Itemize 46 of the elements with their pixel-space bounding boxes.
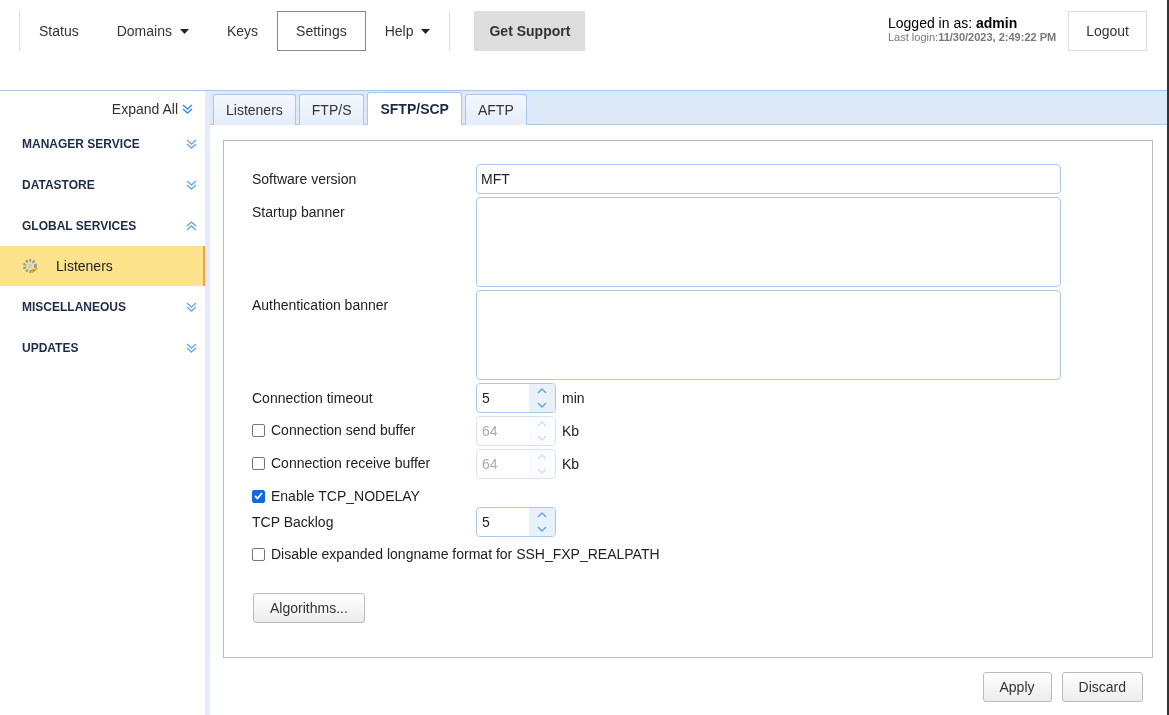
checkbox-label: Connection send buffer (271, 422, 416, 438)
nav-item[interactable]: Help (365, 11, 450, 51)
unit-label: Kb (562, 456, 580, 472)
checkbox-label: Enable TCP_NODELAY (271, 488, 420, 504)
tab[interactable]: AFTP (464, 94, 527, 125)
field-label: Software version (252, 170, 358, 187)
unit-label: Kb (562, 423, 580, 439)
double-chevron-icon (186, 179, 197, 190)
gear-icon (22, 258, 38, 274)
tab[interactable]: FTP/S (298, 94, 365, 125)
nav-item[interactable]: Status (20, 11, 98, 51)
tab[interactable]: SFTP/SCP (367, 92, 462, 125)
nav-item[interactable]: Domains (97, 11, 208, 51)
number-field[interactable]: 5 (476, 507, 556, 537)
double-chevron-icon (186, 138, 197, 149)
nav-item[interactable]: Keys (207, 11, 278, 51)
algorithms-button[interactable]: Algorithms... (253, 593, 365, 623)
nav-item[interactable]: Settings (277, 11, 366, 51)
expand-all-button[interactable]: Expand All (111, 101, 193, 117)
double-chevron-icon (182, 104, 193, 114)
text-area[interactable] (476, 290, 1061, 380)
tab[interactable]: Listeners (213, 94, 296, 125)
field-label: Connection timeout (252, 389, 374, 406)
field-label: Authentication banner (252, 296, 390, 313)
checkbox[interactable] (252, 456, 265, 470)
field-label: TCP Backlog (252, 513, 335, 530)
logout-button[interactable]: Logout (1068, 11, 1147, 51)
support-button[interactable]: Get Support (474, 11, 586, 51)
logged-in-text: Logged in as: admin (888, 15, 1019, 31)
footer-button[interactable]: Discard (1061, 672, 1143, 702)
checkbox[interactable] (252, 489, 265, 503)
sidebar-item[interactable]: Listeners (0, 246, 205, 286)
field-label: Startup banner (252, 203, 346, 220)
double-chevron-icon (186, 220, 197, 231)
last-login-text: Last login:11/30/2023, 2:49:22 PM (888, 31, 1057, 44)
input-field[interactable]: MFT (476, 164, 1061, 194)
double-chevron-icon (186, 342, 197, 353)
double-chevron-icon (186, 301, 197, 312)
unit-label: min (562, 390, 585, 406)
checkbox-label: Connection receive buffer (271, 455, 431, 471)
number-field[interactable]: 5 (476, 383, 556, 413)
checkbox[interactable] (252, 423, 265, 437)
checkbox[interactable] (252, 547, 265, 561)
text-area[interactable] (476, 197, 1061, 287)
footer-button[interactable]: Apply (982, 672, 1052, 702)
checkbox-label: Disable expanded longname format for SSH_FXP_REALPATH (271, 546, 660, 562)
